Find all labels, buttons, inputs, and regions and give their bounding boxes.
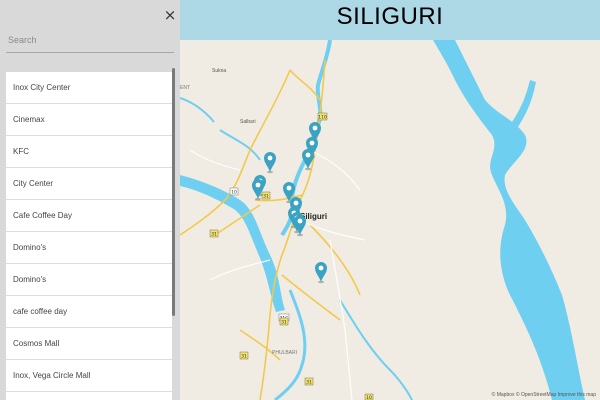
list-item[interactable]: Cosmos Mall [6,328,172,360]
svg-text:31: 31 [263,194,269,200]
list-scrollbar[interactable] [172,68,175,316]
close-button[interactable]: × [163,7,177,23]
page-title: SILIGURI [336,3,444,30]
river-stream [219,129,261,161]
list-item[interactable]: Inox, Vega Circle Mall [6,360,172,392]
svg-text:31: 31 [211,232,217,238]
list-item[interactable]: KFC [6,136,172,168]
svg-text:110: 110 [318,115,327,121]
svg-text:31: 31 [241,354,247,360]
map-canvas[interactable]: 110 31 10 31 31 31 31C 31 10 Siliguri Su… [180,40,600,400]
svg-text:31: 31 [281,320,287,326]
roads [180,59,361,400]
river-stream [180,97,215,123]
map-attribution[interactable]: © Mapbox © OpenStreetMap Improve this ma… [492,392,596,398]
sukna-label: Sukna [212,68,226,74]
list-item[interactable]: Inox City Center [6,72,172,104]
ent-label: ENT [180,85,190,91]
phulbari-label: PHULBARI [272,350,297,356]
map-marker[interactable] [264,152,276,174]
river-branch [510,80,536,130]
river-mahananda [280,40,332,237]
list-item[interactable]: Cinemax [6,104,172,136]
search-field [6,30,174,53]
list-item[interactable]: Domino's [6,232,172,264]
search-input[interactable] [6,30,174,50]
road-shields: 110 31 10 31 31 31 31C 31 10 [209,112,374,400]
places-list: Inox City Center Cinemax KFC City Center… [6,72,172,400]
list-item[interactable]: City Center [6,168,172,200]
map-marker[interactable] [315,262,327,284]
svg-text:10: 10 [231,190,237,196]
title-bar: SILIGURI [180,0,600,40]
sidebar: × Inox City Center Cinemax KFC City Cent… [0,0,180,400]
svg-text:10: 10 [366,395,372,400]
salbari-label: Salbari [240,119,256,125]
map-svg: 110 31 10 31 31 31 31C 31 10 Siliguri Su… [180,40,585,400]
list-item[interactable]: cafe coffee day [6,296,172,328]
svg-text:31: 31 [306,380,312,386]
list-item[interactable]: Cafe Coffee Day [6,200,172,232]
list-item[interactable]: Domino's [6,264,172,296]
river-teesta [433,40,585,400]
